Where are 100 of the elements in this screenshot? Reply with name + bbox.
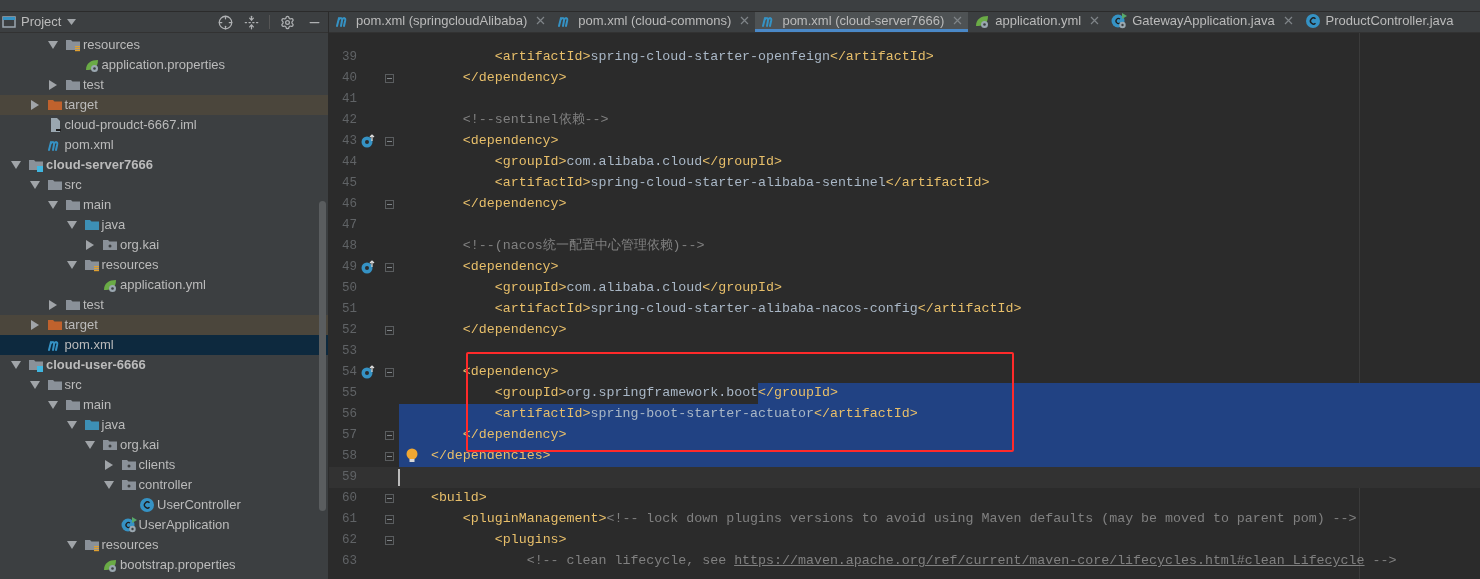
lightbulb-icon[interactable] bbox=[405, 447, 419, 464]
expand-arrow-icon[interactable] bbox=[103, 460, 114, 470]
close-icon[interactable] bbox=[740, 16, 750, 25]
tree-item[interactable]: java bbox=[0, 415, 328, 435]
expand-arrow-icon[interactable] bbox=[48, 300, 58, 310]
editor-tab[interactable]: pom.xml (springcloudAlibaba) bbox=[329, 12, 552, 32]
code-line: </dependency> bbox=[462, 69, 567, 88]
expand-arrow-icon[interactable] bbox=[29, 100, 40, 110]
fold-icon[interactable] bbox=[384, 262, 394, 272]
close-icon[interactable] bbox=[536, 16, 546, 25]
fold-icon[interactable] bbox=[384, 514, 394, 524]
tree-item[interactable]: src bbox=[0, 375, 328, 395]
collapse-arrow-icon[interactable] bbox=[66, 260, 77, 270]
collapse-arrow-icon[interactable] bbox=[29, 380, 40, 390]
tree-item[interactable]: cloud-user-6666 bbox=[0, 355, 328, 375]
selected-code: </groupId> bbox=[758, 382, 1480, 404]
tree-item[interactable]: bootstrap.properties bbox=[0, 555, 328, 575]
implemented-marker-icon[interactable] bbox=[361, 365, 375, 379]
tree-item[interactable]: java bbox=[0, 215, 328, 235]
tree-item[interactable]: src bbox=[0, 175, 328, 195]
tree-item[interactable]: target bbox=[0, 315, 328, 335]
settings-icon[interactable] bbox=[280, 14, 295, 30]
folder-icon bbox=[46, 377, 63, 393]
tab-label: pom.xml (cloud-commons) bbox=[578, 12, 732, 30]
line-number: 39 bbox=[341, 48, 357, 66]
folder-icon bbox=[46, 317, 63, 333]
tree-item[interactable]: resources bbox=[0, 535, 328, 555]
package-icon bbox=[120, 457, 137, 473]
editor-tab[interactable]: GatewayApplication.java bbox=[1105, 12, 1299, 32]
line-number: 57 bbox=[341, 426, 357, 444]
tree-item[interactable]: main bbox=[0, 195, 328, 215]
tree-item[interactable]: pom.xml bbox=[0, 335, 328, 355]
tree-item[interactable]: test bbox=[0, 295, 328, 315]
fold-icon[interactable] bbox=[384, 430, 394, 440]
expand-arrow-icon[interactable] bbox=[29, 320, 40, 330]
tree-item[interactable]: application.yml bbox=[0, 275, 328, 295]
tree-item[interactable]: application.properties bbox=[0, 55, 328, 75]
collapse-arrow-icon[interactable] bbox=[66, 540, 77, 550]
tree-item-label: clients bbox=[138, 456, 176, 475]
line-number: 61 bbox=[341, 510, 357, 528]
code-line: <dependency> bbox=[462, 132, 559, 151]
fold-icon[interactable] bbox=[384, 535, 394, 545]
module-icon bbox=[28, 357, 44, 373]
collapse-arrow-icon[interactable] bbox=[48, 200, 58, 210]
fold-icon[interactable] bbox=[384, 451, 394, 461]
collapse-arrow-icon[interactable] bbox=[48, 40, 58, 50]
scrollbar-thumb[interactable] bbox=[319, 201, 326, 511]
fold-icon[interactable] bbox=[384, 325, 394, 335]
code-line: <plugins> bbox=[494, 531, 567, 550]
folder-icon bbox=[46, 97, 63, 113]
collapse-arrow-icon[interactable] bbox=[66, 220, 77, 230]
close-icon[interactable] bbox=[1090, 16, 1100, 25]
code-line: <!-- clean lifecycle, see https://maven.apache.org/ref/current/maven-core/lifecycles.html#clean_Lifecycle --> bbox=[526, 552, 1397, 571]
tree-item[interactable]: UserApplication bbox=[0, 515, 328, 535]
collapse-arrow-icon[interactable] bbox=[29, 180, 40, 190]
editor-tab[interactable]: ProductController.java bbox=[1298, 12, 1460, 32]
collapse-arrow-icon[interactable] bbox=[103, 480, 114, 490]
tree-item[interactable]: resources bbox=[0, 255, 328, 275]
tree-item-label: src bbox=[64, 376, 82, 395]
fold-icon[interactable] bbox=[384, 493, 394, 503]
line-number: 46 bbox=[341, 195, 357, 213]
code-line: <artifactId>spring-cloud-starter-alibaba-sentinel</artifactId> bbox=[494, 174, 990, 193]
implemented-marker-icon[interactable] bbox=[361, 134, 375, 148]
line-number: 63 bbox=[341, 552, 357, 570]
tree-item[interactable]: cloud-proudct-6667.iml bbox=[0, 115, 328, 135]
collapse-arrow-icon[interactable] bbox=[66, 420, 77, 430]
editor-tab[interactable]: pom.xml (cloud-server7666) bbox=[755, 12, 969, 32]
fold-icon[interactable] bbox=[384, 367, 394, 377]
dropdown-caret-icon bbox=[67, 19, 77, 25]
tree-item[interactable]: controller bbox=[0, 475, 328, 495]
fold-icon[interactable] bbox=[384, 136, 394, 146]
collapse-arrow-icon[interactable] bbox=[11, 160, 21, 170]
fold-icon[interactable] bbox=[384, 73, 394, 83]
code-line: <pluginManagement><!-- lock down plugins versions to avoid using Maven defaults (may be moved to parent pom) --> bbox=[462, 510, 1357, 529]
tree-item[interactable]: org.kai bbox=[0, 235, 328, 255]
collapse-all-icon[interactable] bbox=[244, 14, 259, 30]
link[interactable]: https://maven.apache.org/ref/current/maven-core/lifecycles.html#clean_Lifecycle bbox=[734, 553, 1365, 569]
tree-item[interactable]: test bbox=[0, 75, 328, 95]
locate-icon[interactable] bbox=[218, 14, 233, 30]
expand-arrow-icon[interactable] bbox=[48, 80, 58, 90]
fold-icon[interactable] bbox=[384, 199, 394, 209]
tree-item[interactable]: cloud-server7666 bbox=[0, 155, 328, 175]
collapse-arrow-icon[interactable] bbox=[48, 400, 58, 410]
tree-item[interactable]: UserController bbox=[0, 495, 328, 515]
tree-item[interactable]: pom.xml bbox=[0, 135, 328, 155]
collapse-arrow-icon[interactable] bbox=[11, 360, 21, 370]
tree-item[interactable]: org.kai bbox=[0, 435, 328, 455]
editor-tab[interactable]: pom.xml (cloud-commons) bbox=[551, 12, 756, 32]
folder-icon bbox=[65, 297, 81, 313]
tree-item[interactable]: main bbox=[0, 395, 328, 415]
implemented-marker-icon[interactable] bbox=[361, 260, 375, 274]
close-icon[interactable] bbox=[1283, 16, 1293, 25]
editor-tab[interactable]: application.yml bbox=[968, 12, 1106, 32]
tree-item[interactable]: target bbox=[0, 95, 328, 115]
tree-item[interactable]: clients bbox=[0, 455, 328, 475]
project-view-dropdown[interactable]: Project bbox=[21, 12, 77, 32]
tree-item[interactable]: resources bbox=[0, 35, 328, 55]
collapse-arrow-icon[interactable] bbox=[85, 440, 95, 450]
tree-item-label: resources bbox=[83, 36, 141, 55]
expand-arrow-icon[interactable] bbox=[85, 240, 95, 250]
